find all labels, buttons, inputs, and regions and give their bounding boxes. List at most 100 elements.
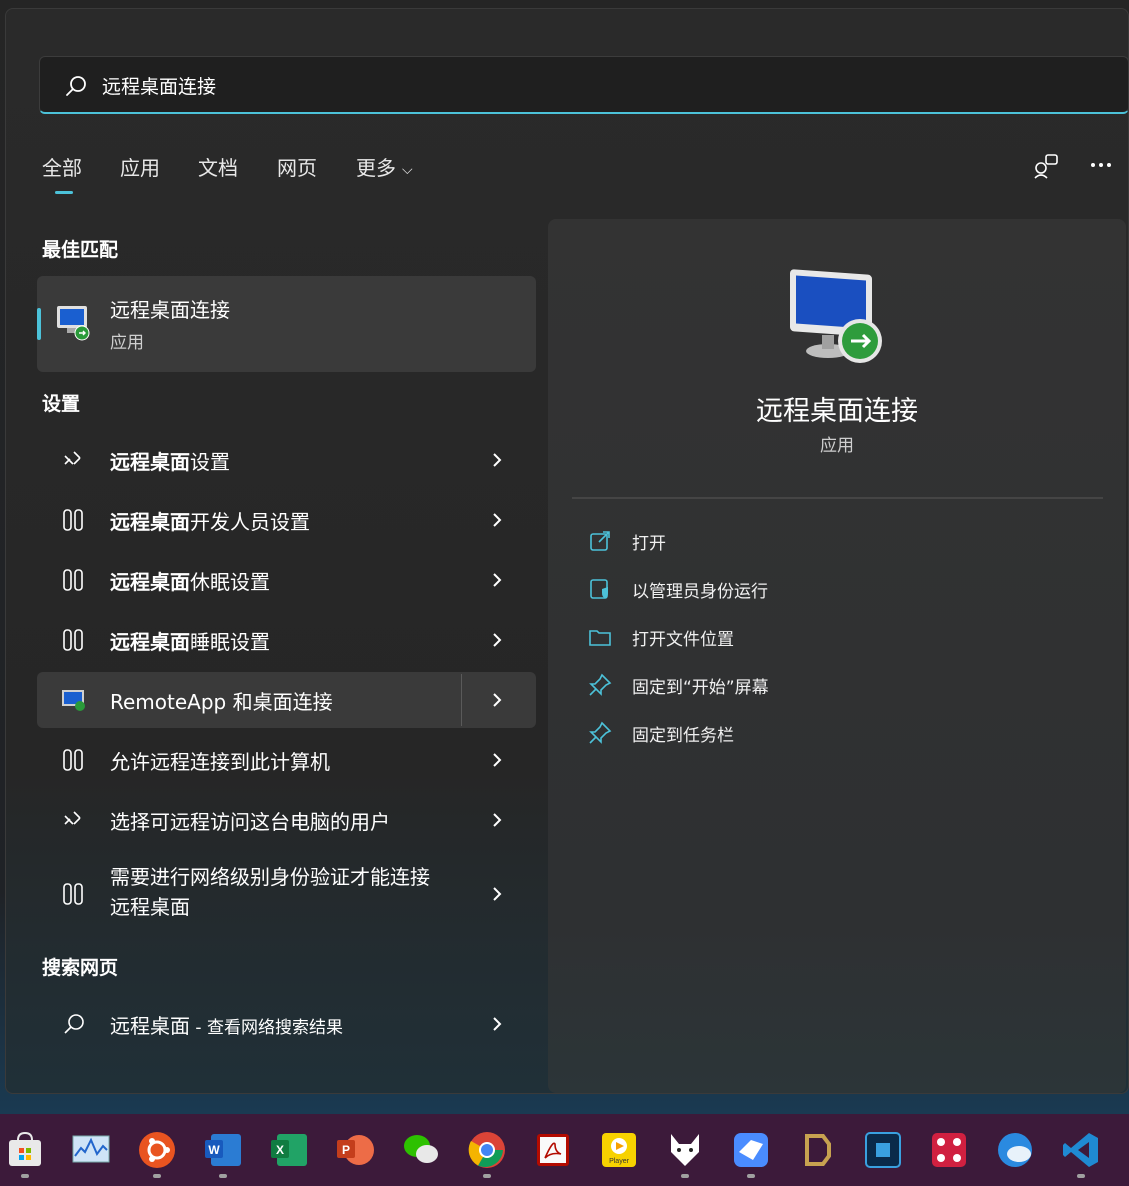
- word-icon[interactable]: W: [203, 1130, 243, 1170]
- settings-item-label: 远程桌面开发人员设置: [110, 510, 310, 534]
- detail-title: 远程桌面连接: [756, 396, 918, 427]
- more-options-icon[interactable]: [1087, 150, 1117, 180]
- open-external-icon: [590, 531, 610, 551]
- detail-subtitle: 应用: [820, 436, 854, 456]
- vscode-icon[interactable]: [1061, 1130, 1101, 1170]
- settings-item-label: 远程桌面休眠设置: [110, 570, 270, 594]
- best-match-card[interactable]: 远程桌面连接 应用: [37, 276, 536, 372]
- taskbar: W X P Player: [0, 1114, 1129, 1186]
- settings-item-label: 选择可远程访问这台电脑的用户: [110, 810, 390, 834]
- action-label: 打开: [632, 534, 666, 554]
- tab-web[interactable]: 网页: [277, 152, 317, 181]
- selection-indicator: [37, 308, 41, 340]
- action-label: 固定到“开始”屏幕: [632, 678, 769, 698]
- action-label: 以管理员身份运行: [632, 582, 768, 602]
- search-icon: [66, 76, 86, 96]
- tab-label: 网页: [277, 156, 317, 180]
- svg-text:W: W: [208, 1143, 220, 1157]
- chevron-down-icon: ⌵: [402, 161, 413, 178]
- best-match-title: 远程桌面连接: [110, 298, 230, 322]
- tab-apps[interactable]: 应用: [120, 152, 160, 181]
- running-indicator: [747, 1174, 755, 1178]
- running-indicator: [21, 1174, 29, 1178]
- folder-icon: [589, 630, 611, 646]
- settings-item[interactable]: 远程桌面开发人员设置: [37, 492, 536, 548]
- acrobat-icon[interactable]: [533, 1130, 573, 1170]
- app-d-icon[interactable]: [797, 1130, 837, 1170]
- foobar-fox-icon[interactable]: [665, 1130, 705, 1170]
- powerpoint-icon[interactable]: P: [335, 1130, 375, 1170]
- developer-tools-icon: [63, 569, 83, 591]
- developer-tools-icon: [63, 629, 83, 651]
- chevron-right-icon: [493, 573, 502, 587]
- settings-item-label: RemoteApp 和桌面连接: [110, 690, 333, 714]
- dots-app-icon[interactable]: [929, 1130, 969, 1170]
- ubuntu-icon[interactable]: [137, 1130, 177, 1170]
- tab-label: 文档: [198, 156, 238, 180]
- account-switch-icon[interactable]: [1032, 150, 1062, 180]
- globe-app-icon[interactable]: [995, 1130, 1035, 1170]
- chevron-right-icon: [493, 813, 502, 827]
- split-divider: [461, 674, 462, 726]
- chevron-right-icon[interactable]: [489, 688, 505, 712]
- settings-item[interactable]: 选择可远程访问这台电脑的用户: [37, 792, 536, 848]
- search-icon: [64, 1014, 84, 1034]
- action-label: 打开文件位置: [632, 630, 734, 650]
- settings-item-label: 允许远程连接到此计算机: [110, 750, 330, 774]
- settings-item[interactable]: 远程桌面设置: [37, 432, 536, 488]
- svg-text:X: X: [276, 1143, 284, 1157]
- remote-desktop-icon: [64, 451, 81, 465]
- potplayer-icon[interactable]: Player: [599, 1130, 639, 1170]
- feishu-bird-icon[interactable]: [731, 1130, 771, 1170]
- developer-tools-icon: [63, 749, 83, 771]
- running-indicator: [153, 1174, 161, 1178]
- remote-desktop-app-icon: [57, 306, 90, 341]
- wechat-icon[interactable]: [401, 1130, 441, 1170]
- action-label: 固定到任务栏: [632, 726, 734, 746]
- chevron-right-icon: [493, 453, 502, 467]
- chevron-right-icon: [493, 513, 502, 527]
- tab-documents[interactable]: 文档: [198, 152, 238, 181]
- best-match-subtitle: 应用: [110, 333, 144, 353]
- search-box[interactable]: [39, 56, 1129, 114]
- section-best-match: 最佳匹配: [42, 239, 119, 261]
- tab-more[interactable]: 更多 ⌵: [356, 152, 413, 181]
- resource-monitor-icon[interactable]: [71, 1130, 111, 1170]
- running-indicator: [219, 1174, 227, 1178]
- remote-desktop-app-icon: [790, 269, 882, 363]
- tab-label: 更多: [356, 156, 396, 180]
- chrome-icon[interactable]: [467, 1130, 507, 1170]
- search-input[interactable]: [102, 67, 1002, 103]
- detail-divider: [572, 497, 1103, 499]
- settings-item-remoteapp[interactable]: RemoteApp 和桌面连接: [37, 672, 536, 728]
- chevron-right-icon: [493, 887, 502, 901]
- running-indicator: [681, 1174, 689, 1178]
- excel-icon[interactable]: X: [269, 1130, 309, 1170]
- section-search-web: 搜索网页: [42, 957, 119, 979]
- developer-tools-icon: [63, 883, 83, 905]
- settings-item[interactable]: 远程桌面睡眠设置: [37, 612, 536, 668]
- tab-all[interactable]: 全部: [42, 152, 82, 194]
- running-indicator: [483, 1174, 491, 1178]
- chevron-right-icon: [493, 753, 502, 767]
- settings-item[interactable]: 远程桌面休眠设置: [37, 552, 536, 608]
- pin-icon: [589, 721, 612, 744]
- chip-icon[interactable]: [863, 1130, 903, 1170]
- tab-label: 应用: [120, 156, 160, 180]
- svg-text:Player: Player: [609, 1158, 630, 1165]
- running-indicator: [1077, 1174, 1085, 1178]
- settings-item[interactable]: 需要进行网络级别身份验证才能连接远程桌面: [37, 862, 536, 926]
- developer-tools-icon: [63, 509, 83, 531]
- section-settings: 设置: [42, 393, 81, 415]
- settings-item-label: 远程桌面设置: [110, 450, 230, 474]
- microsoft-store-icon[interactable]: [5, 1130, 45, 1170]
- chevron-right-icon: [493, 1017, 502, 1031]
- remote-desktop-icon: [64, 811, 81, 825]
- remoteapp-icon: [62, 690, 85, 711]
- web-search-item[interactable]: 远程桌面 - 查看网络搜索结果: [37, 996, 536, 1052]
- tab-label: 全部: [42, 156, 82, 180]
- run-as-admin-icon: [590, 579, 608, 599]
- svg-text:P: P: [342, 1143, 350, 1157]
- settings-item[interactable]: 允许远程连接到此计算机: [37, 732, 536, 788]
- settings-item-label: 远程桌面睡眠设置: [110, 630, 270, 654]
